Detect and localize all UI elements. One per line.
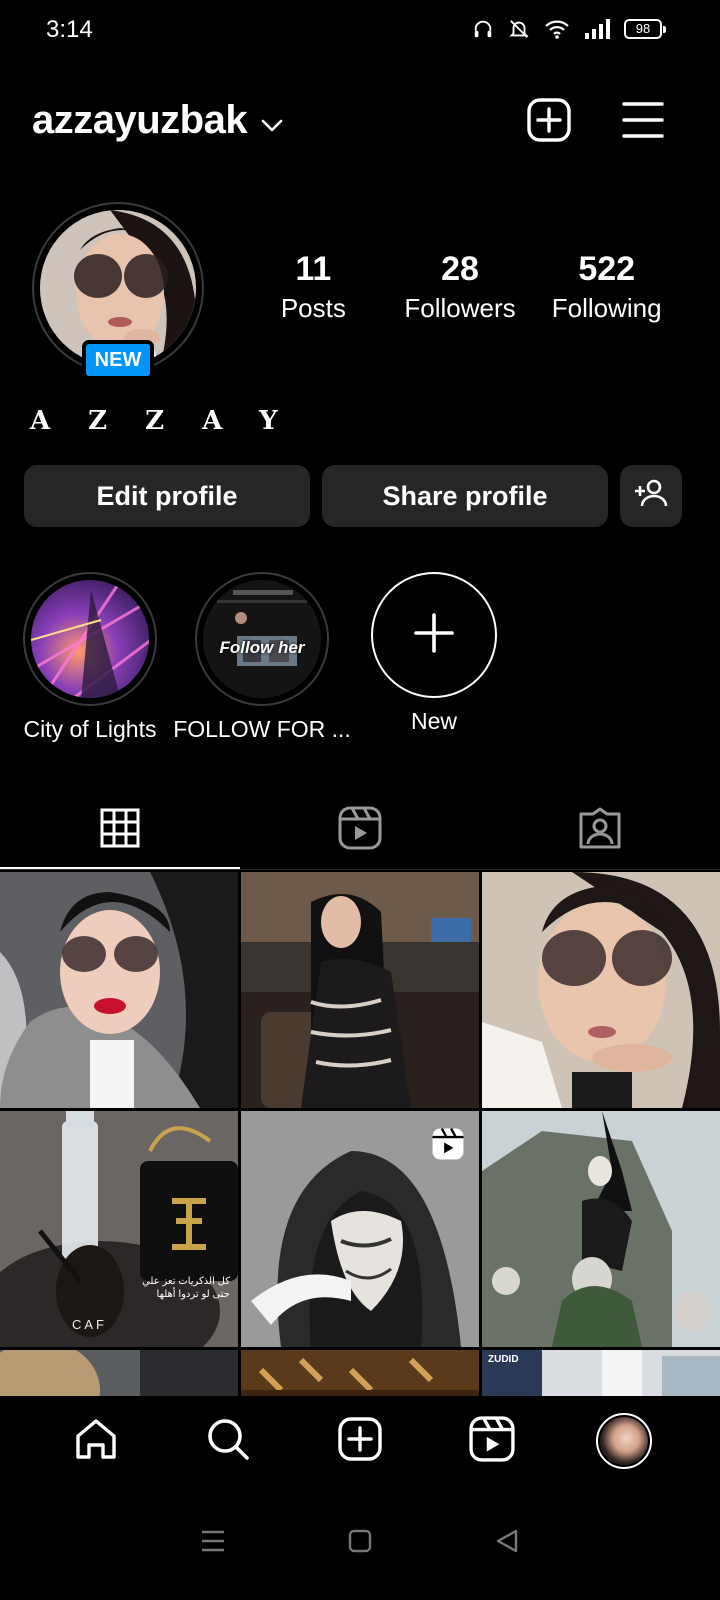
cup-text: CAF (72, 1317, 107, 1332)
menu-icon[interactable] (619, 96, 667, 144)
signal-icon (584, 18, 610, 40)
new-highlight-circle (371, 572, 497, 698)
profile-display-name: AZZAY (30, 406, 316, 436)
tab-tagged[interactable] (480, 790, 720, 870)
highlight-cover (31, 580, 149, 698)
grid-post[interactable]: ZUDID (482, 1350, 720, 1396)
stat-label: Followers (404, 293, 516, 323)
create-post-icon (337, 1416, 383, 1467)
home-icon (73, 1416, 119, 1467)
add-person-icon (634, 478, 668, 515)
battery-icon: 98 (624, 19, 666, 39)
plus-icon (414, 612, 454, 658)
grid-icon (100, 808, 140, 853)
chevron-down-icon (261, 98, 283, 143)
grid-post[interactable] (0, 872, 238, 1108)
nav-create[interactable] (324, 1405, 396, 1477)
highlight-city-of-lights[interactable]: City of Lights (0, 572, 180, 743)
back-button[interactable] (477, 1513, 537, 1573)
stat-label: Following (551, 293, 662, 323)
highlight-new[interactable]: New (344, 572, 524, 735)
stat-posts[interactable]: 11 Posts (240, 250, 387, 328)
profile-stats: 11 Posts 28 Followers 522 Following (240, 250, 680, 328)
highlight-cover: Follow her (203, 580, 321, 698)
grid-post[interactable]: CAF كل الذكريات تعز علي حتى لو تردوا أهل… (0, 1111, 238, 1347)
nav-search[interactable] (192, 1405, 264, 1477)
discover-people-button[interactable] (620, 465, 682, 527)
bell-muted-icon (508, 18, 530, 40)
status-time: 3:14 (46, 16, 93, 43)
reels-icon (469, 1415, 515, 1467)
stat-label: Posts (280, 293, 346, 323)
stat-followers[interactable]: 28 Followers (387, 250, 534, 328)
highlight-follow-for[interactable]: Follow her FOLLOW FOR ... (172, 572, 352, 743)
wifi-icon (544, 18, 570, 40)
grid-post[interactable] (0, 1350, 238, 1396)
stat-value: 522 (578, 250, 636, 288)
recents-button[interactable] (183, 1513, 243, 1573)
profile-header: azzayuzbak (0, 88, 720, 152)
corner-text: ZUDID (488, 1354, 519, 1365)
stat-value: 28 (441, 250, 479, 288)
post-caption-overlay: كل الذكريات تعز علي حتى لو تردوا أهلها (141, 1276, 230, 1300)
grid-post[interactable] (241, 872, 479, 1108)
search-icon (205, 1416, 251, 1467)
grid-post[interactable] (482, 1111, 720, 1347)
profile-tabs (0, 790, 720, 870)
profile-avatar (596, 1413, 652, 1469)
highlight-label: New (410, 708, 457, 734)
status-bar: 3:14 98 (0, 0, 720, 64)
share-profile-button[interactable]: Share profile (322, 465, 608, 527)
profile-actions: Edit profile Share profile (24, 465, 684, 527)
grid-post[interactable] (241, 1111, 479, 1347)
new-badge: NEW (82, 340, 154, 380)
nav-reels[interactable] (456, 1405, 528, 1477)
edit-profile-button[interactable]: Edit profile (24, 465, 310, 527)
stat-value: 11 (295, 250, 332, 288)
nav-profile[interactable] (588, 1405, 660, 1477)
account-switcher[interactable]: azzayuzbak (32, 98, 283, 143)
nav-home[interactable] (60, 1405, 132, 1477)
posts-grid: CAF كل الذكريات تعز علي حتى لو تردوا أهل… (0, 872, 720, 1396)
home-button[interactable] (330, 1513, 390, 1573)
headphones-icon (472, 18, 494, 40)
username: azzayuzbak (32, 98, 248, 142)
recents-icon (200, 1528, 226, 1559)
bottom-nav (0, 1396, 720, 1486)
home-square-icon (347, 1528, 373, 1559)
create-icon[interactable] (525, 96, 573, 144)
status-icons: 98 (472, 18, 666, 40)
tagged-icon (578, 806, 622, 855)
profile-avatar[interactable]: NEW (32, 202, 204, 380)
highlight-label: City of Lights (23, 716, 157, 742)
reel-indicator-icon (431, 1127, 465, 1166)
system-nav-bar (0, 1486, 720, 1600)
grid-post[interactable] (241, 1350, 479, 1396)
tabs-divider (0, 869, 720, 870)
stat-following[interactable]: 522 Following (533, 250, 680, 328)
back-icon (494, 1528, 520, 1559)
highlight-overlay-text: Follow her (219, 638, 305, 657)
grid-post[interactable] (482, 872, 720, 1108)
tab-reels[interactable] (240, 790, 480, 870)
reels-icon (338, 806, 382, 855)
tab-posts[interactable] (0, 790, 240, 870)
highlight-label: FOLLOW FOR ... (173, 716, 351, 742)
